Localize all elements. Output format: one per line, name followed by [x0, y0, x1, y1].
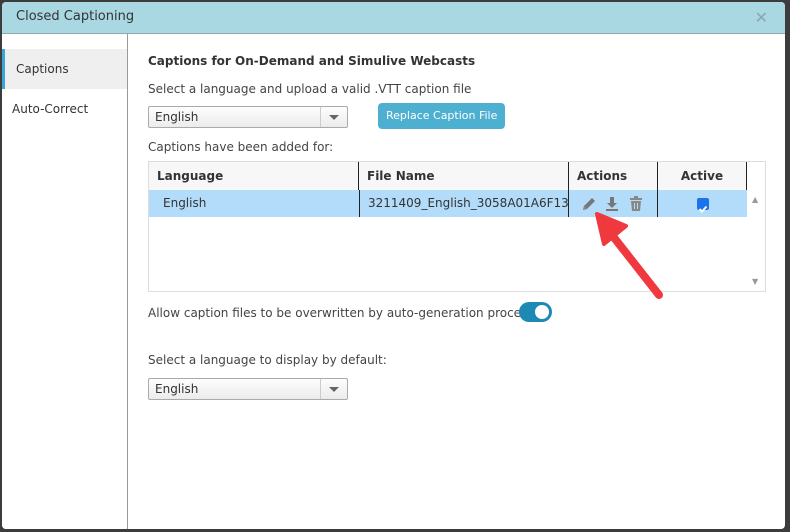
captions-table: Language File Name Actions Active Englis… [148, 161, 766, 292]
sidebar-item-auto-correct[interactable]: Auto-Correct [2, 89, 127, 129]
default-language-label: Select a language to display by default: [148, 353, 387, 367]
sidebar-item-label: Captions [16, 62, 69, 76]
table-header: Language File Name Actions Active [149, 162, 747, 191]
trash-icon[interactable] [629, 195, 643, 217]
section-heading: Captions for On-Demand and Simulive Webc… [148, 54, 476, 68]
chevron-down-icon [329, 115, 339, 120]
column-header-file-name[interactable]: File Name [359, 162, 569, 190]
language-select[interactable]: English [148, 106, 348, 128]
sidebar-item-label: Auto-Correct [12, 102, 89, 116]
column-header-language[interactable]: Language [149, 162, 359, 190]
language-select-value: English [155, 110, 199, 124]
replace-caption-file-button[interactable]: Replace Caption File [378, 103, 506, 129]
chevron-down-icon [329, 387, 339, 392]
active-checkbox[interactable] [697, 198, 709, 213]
overwrite-toggle[interactable] [519, 302, 552, 322]
main-panel: Captions for On-Demand and Simulive Webc… [128, 34, 785, 529]
toggle-knob [535, 305, 549, 319]
default-language-select-toggle[interactable] [320, 379, 347, 399]
closed-captioning-dialog: Closed Captioning ✕ Captions Auto-Correc… [2, 2, 785, 529]
cell-language: English [163, 196, 207, 210]
default-language-select[interactable]: English [148, 378, 348, 400]
sidebar: Captions Auto-Correct [2, 34, 128, 529]
cell-file-name: 3211409_English_3058A01A6F13E4A [359, 190, 569, 217]
table-row[interactable]: English 3211409_English_3058A01A6F13E4A [149, 190, 747, 217]
cell-actions [569, 190, 658, 217]
scroll-up-icon[interactable]: ▲ [752, 195, 758, 204]
scroll-down-icon[interactable]: ▼ [752, 277, 758, 286]
dialog-titlebar: Closed Captioning ✕ [2, 2, 785, 34]
upload-instruction: Select a language and upload a valid .VT… [148, 82, 472, 96]
overwrite-label: Allow caption files to be overwritten by… [148, 306, 534, 320]
dialog-title: Closed Captioning [16, 9, 135, 24]
default-language-select-value: English [155, 382, 199, 396]
checkmark-icon [698, 205, 708, 213]
column-header-actions: Actions [569, 162, 658, 190]
close-icon[interactable]: ✕ [755, 8, 768, 27]
cell-active [658, 190, 747, 217]
edit-icon[interactable] [581, 195, 597, 217]
captions-added-label: Captions have been added for: [148, 140, 334, 154]
table-scrollbar[interactable]: ▲ ▼ [747, 190, 765, 291]
sidebar-item-captions[interactable]: Captions [2, 49, 127, 89]
language-select-toggle[interactable] [320, 107, 347, 127]
download-icon[interactable] [605, 195, 619, 217]
column-header-active[interactable]: Active [658, 162, 747, 190]
